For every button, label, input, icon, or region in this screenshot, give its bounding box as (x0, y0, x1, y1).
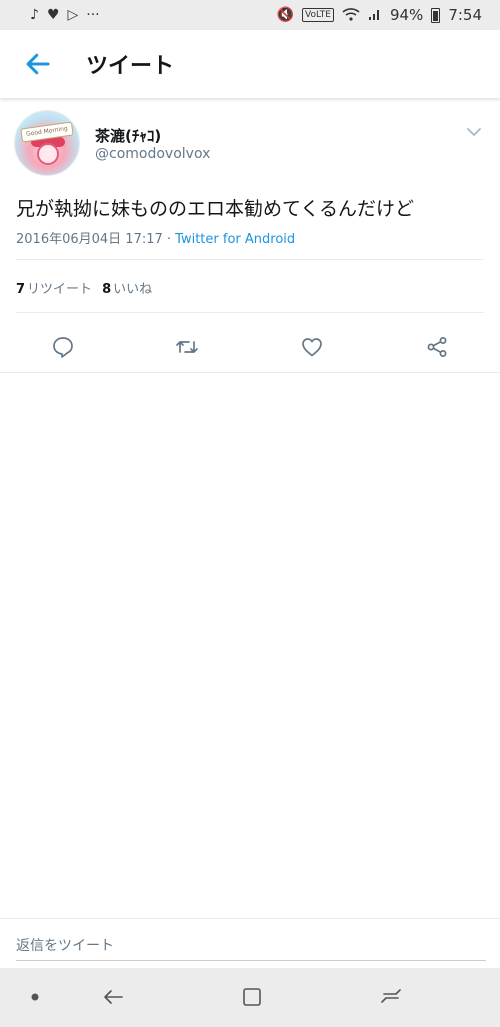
clock: 7:54 (448, 6, 482, 24)
dot-icon (31, 993, 39, 1001)
retweet-button[interactable] (172, 332, 202, 362)
avatar[interactable]: Good Morning (14, 110, 80, 176)
retweet-count: 7 (16, 282, 26, 297)
divider (16, 312, 484, 313)
like-label: いいね (113, 282, 153, 297)
tweet-text: 兄が執拗に妹もののエロ本勧めてくるんだけど (16, 198, 415, 220)
home-square-icon (243, 988, 261, 1006)
tweet-menu-button[interactable] (462, 120, 486, 144)
status-right: 🔇 VoLTE 94% 7:54 (277, 6, 482, 24)
system-nav-bar (0, 968, 500, 1027)
share-icon (427, 337, 447, 357)
tweet-detail: Good Morning 茶漉(ﾁｬｺ) @comodovolvox 兄が執拗に… (0, 98, 500, 373)
mute-icon: 🔇 (276, 7, 295, 23)
retweet-label: リツイート (27, 282, 93, 297)
tweet-meta: 2016年06月04日 17:17 · Twitter for Android (16, 228, 295, 247)
more-notifications-icon: ··· (86, 7, 100, 23)
share-button[interactable] (422, 332, 452, 362)
signal-icon (368, 7, 382, 24)
status-bar: ♪ ♥ ▷ ··· 🔇 VoLTE 94% 7:54 (0, 0, 500, 30)
reply-input[interactable]: 返信をツイート (16, 929, 486, 961)
play-icon: ▷ (67, 7, 79, 23)
avatar-face-shape (37, 143, 59, 165)
tweet-stats: 7 リツイート 8 いいね (16, 278, 152, 297)
reply-bar: 返信をツイート (0, 918, 500, 968)
volte-badge: VoLTE (302, 8, 334, 22)
chevron-down-icon (467, 128, 481, 136)
meta-separator: · (162, 232, 176, 247)
like-button[interactable] (297, 332, 327, 362)
display-name[interactable]: 茶漉(ﾁｬｺ) (95, 125, 161, 146)
status-left: ♪ ♥ ▷ ··· (30, 8, 100, 22)
page-title: ツイート (86, 54, 175, 79)
reply-icon (53, 337, 73, 358)
nav-home-button[interactable] (237, 982, 267, 1012)
retweet-icon (176, 341, 198, 353)
app-bar: ツイート (0, 30, 500, 98)
retweet-stat[interactable]: 7 リツイート (16, 278, 92, 297)
music-note-icon: ♪ (30, 7, 39, 23)
like-count: 8 (102, 282, 112, 297)
reply-button[interactable] (48, 332, 78, 362)
recents-icon (381, 989, 401, 1003)
arrow-left-icon (26, 53, 50, 75)
username[interactable]: @comodovolvox (95, 146, 210, 162)
back-button[interactable] (8, 30, 68, 98)
tweet-actions (0, 322, 500, 374)
heart-icon: ♥ (46, 7, 60, 23)
battery-percent: 94% (389, 6, 424, 24)
client-link[interactable]: Twitter for Android (175, 232, 295, 247)
divider (16, 259, 484, 260)
heart-outline-icon (302, 338, 322, 357)
nav-recents-button[interactable] (376, 982, 406, 1012)
battery-icon (431, 7, 441, 23)
like-stat[interactable]: 8 いいね (102, 278, 152, 297)
divider (0, 372, 500, 373)
wifi-icon (342, 7, 360, 24)
tweet-header: Good Morning 茶漉(ﾁｬｺ) @comodovolvox (0, 98, 500, 180)
tweet-date: 2016年06月04日 17:17 (16, 232, 163, 247)
nav-back-button[interactable] (98, 982, 128, 1012)
nav-back-icon (104, 990, 123, 1004)
nav-dot-button[interactable] (20, 982, 50, 1012)
